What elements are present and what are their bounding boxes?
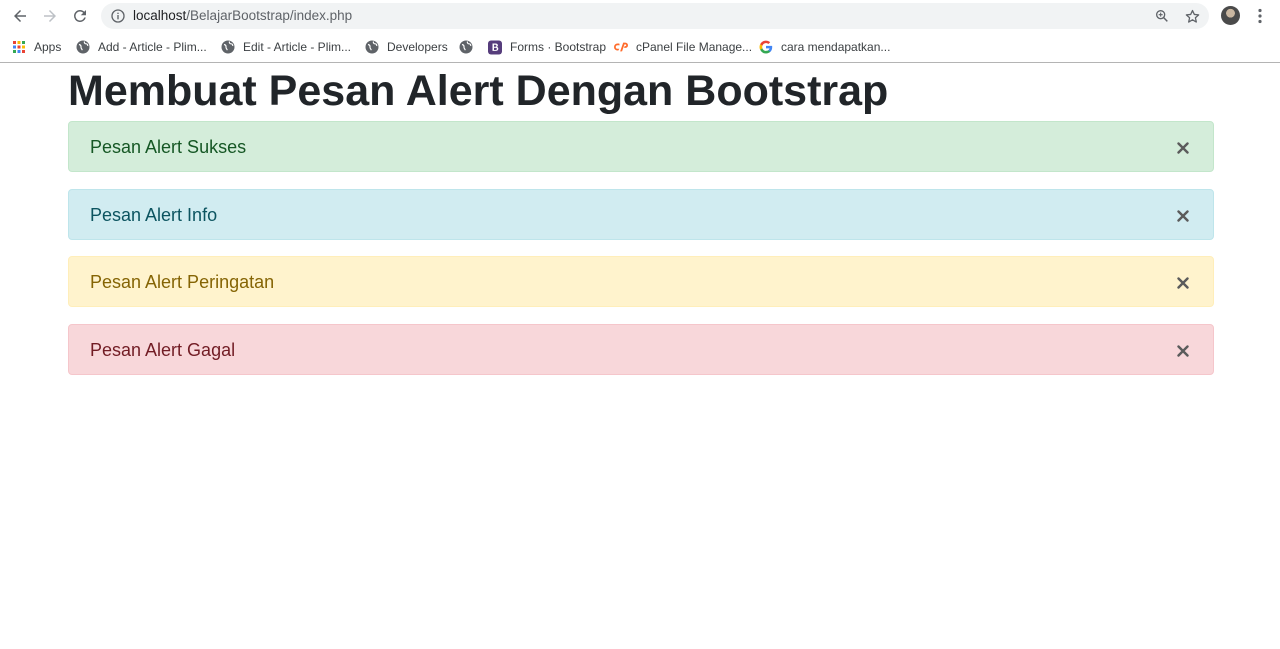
bookmark-label: Forms · Bootstrap [510,40,607,54]
alert-info: Pesan Alert Info [68,189,1214,240]
bookmark-google-search[interactable]: cara mendapatkan... [759,38,890,56]
globe-icon [365,40,379,54]
close-icon [1177,277,1189,289]
cpanel-logo-icon [614,40,628,54]
bookmark-label: cPanel File Manage... [636,40,753,54]
close-button[interactable] [1173,273,1193,293]
info-icon[interactable] [110,8,126,24]
apps-grid-icon [12,40,26,54]
bootstrap-logo-icon [488,40,502,54]
bookmark-developers[interactable]: Developers [365,38,448,56]
alert-danger: Pesan Alert Gagal [68,324,1214,375]
bookmarks-bar: Apps Add - Article - Plim... Edit - Arti… [0,32,1280,63]
close-icon [1177,210,1189,222]
alert-message: Pesan Alert Gagal [90,340,236,360]
close-icon [1177,345,1189,357]
bookmark-label: Developers [387,40,448,54]
profile-avatar[interactable] [1221,6,1240,25]
more-menu-icon[interactable] [1252,6,1268,26]
alert-message: Pesan Alert Peringatan [90,272,275,292]
alert-success: Pesan Alert Sukses [68,121,1214,172]
address-bar[interactable]: localhost/BelajarBootstrap/index.php [101,3,1209,29]
bookmark-label: Apps [34,40,62,54]
url-path: /BelajarBootstrap/index.php [186,8,353,23]
forward-button[interactable] [38,4,62,28]
bookmark-untitled[interactable] [459,38,481,56]
arrow-right-icon [44,10,56,22]
bookmark-star-icon[interactable] [1183,7,1201,25]
url-host: localhost [133,8,187,23]
close-button[interactable] [1173,138,1193,158]
alert-warning: Pesan Alert Peringatan [68,256,1214,307]
globe-icon [76,40,90,54]
close-button[interactable] [1173,206,1193,226]
browser-toolbar: localhost/BelajarBootstrap/index.php [0,0,1280,32]
bookmark-cpanel[interactable]: cPanel File Manage... [614,38,752,56]
bookmark-apps[interactable]: Apps [12,38,61,56]
url-text: localhost/BelajarBootstrap/index.php [133,8,352,24]
back-button[interactable] [8,4,32,28]
bookmark-label: Edit - Article - Plim... [243,40,352,54]
zoom-icon[interactable] [1153,7,1171,25]
bookmark-forms-bootstrap[interactable]: Forms · Bootstrap [488,38,606,56]
bookmark-edit-article[interactable]: Edit - Article - Plim... [221,38,351,56]
google-logo-icon [759,40,773,54]
globe-icon [221,40,235,54]
bookmark-label: Add - Article - Plim... [98,40,207,54]
bookmark-add-article[interactable]: Add - Article - Plim... [76,38,207,56]
globe-icon [459,40,473,54]
close-button[interactable] [1173,341,1193,361]
alert-message: Pesan Alert Info [90,205,218,225]
reload-button[interactable] [68,4,92,28]
page-title: Membuat Pesan Alert Dengan Bootstrap [68,67,889,115]
alert-message: Pesan Alert Sukses [90,137,247,157]
close-icon [1177,142,1189,154]
reload-icon [74,9,86,22]
bookmark-label: cara mendapatkan... [781,40,891,54]
arrow-left-icon [14,10,26,22]
